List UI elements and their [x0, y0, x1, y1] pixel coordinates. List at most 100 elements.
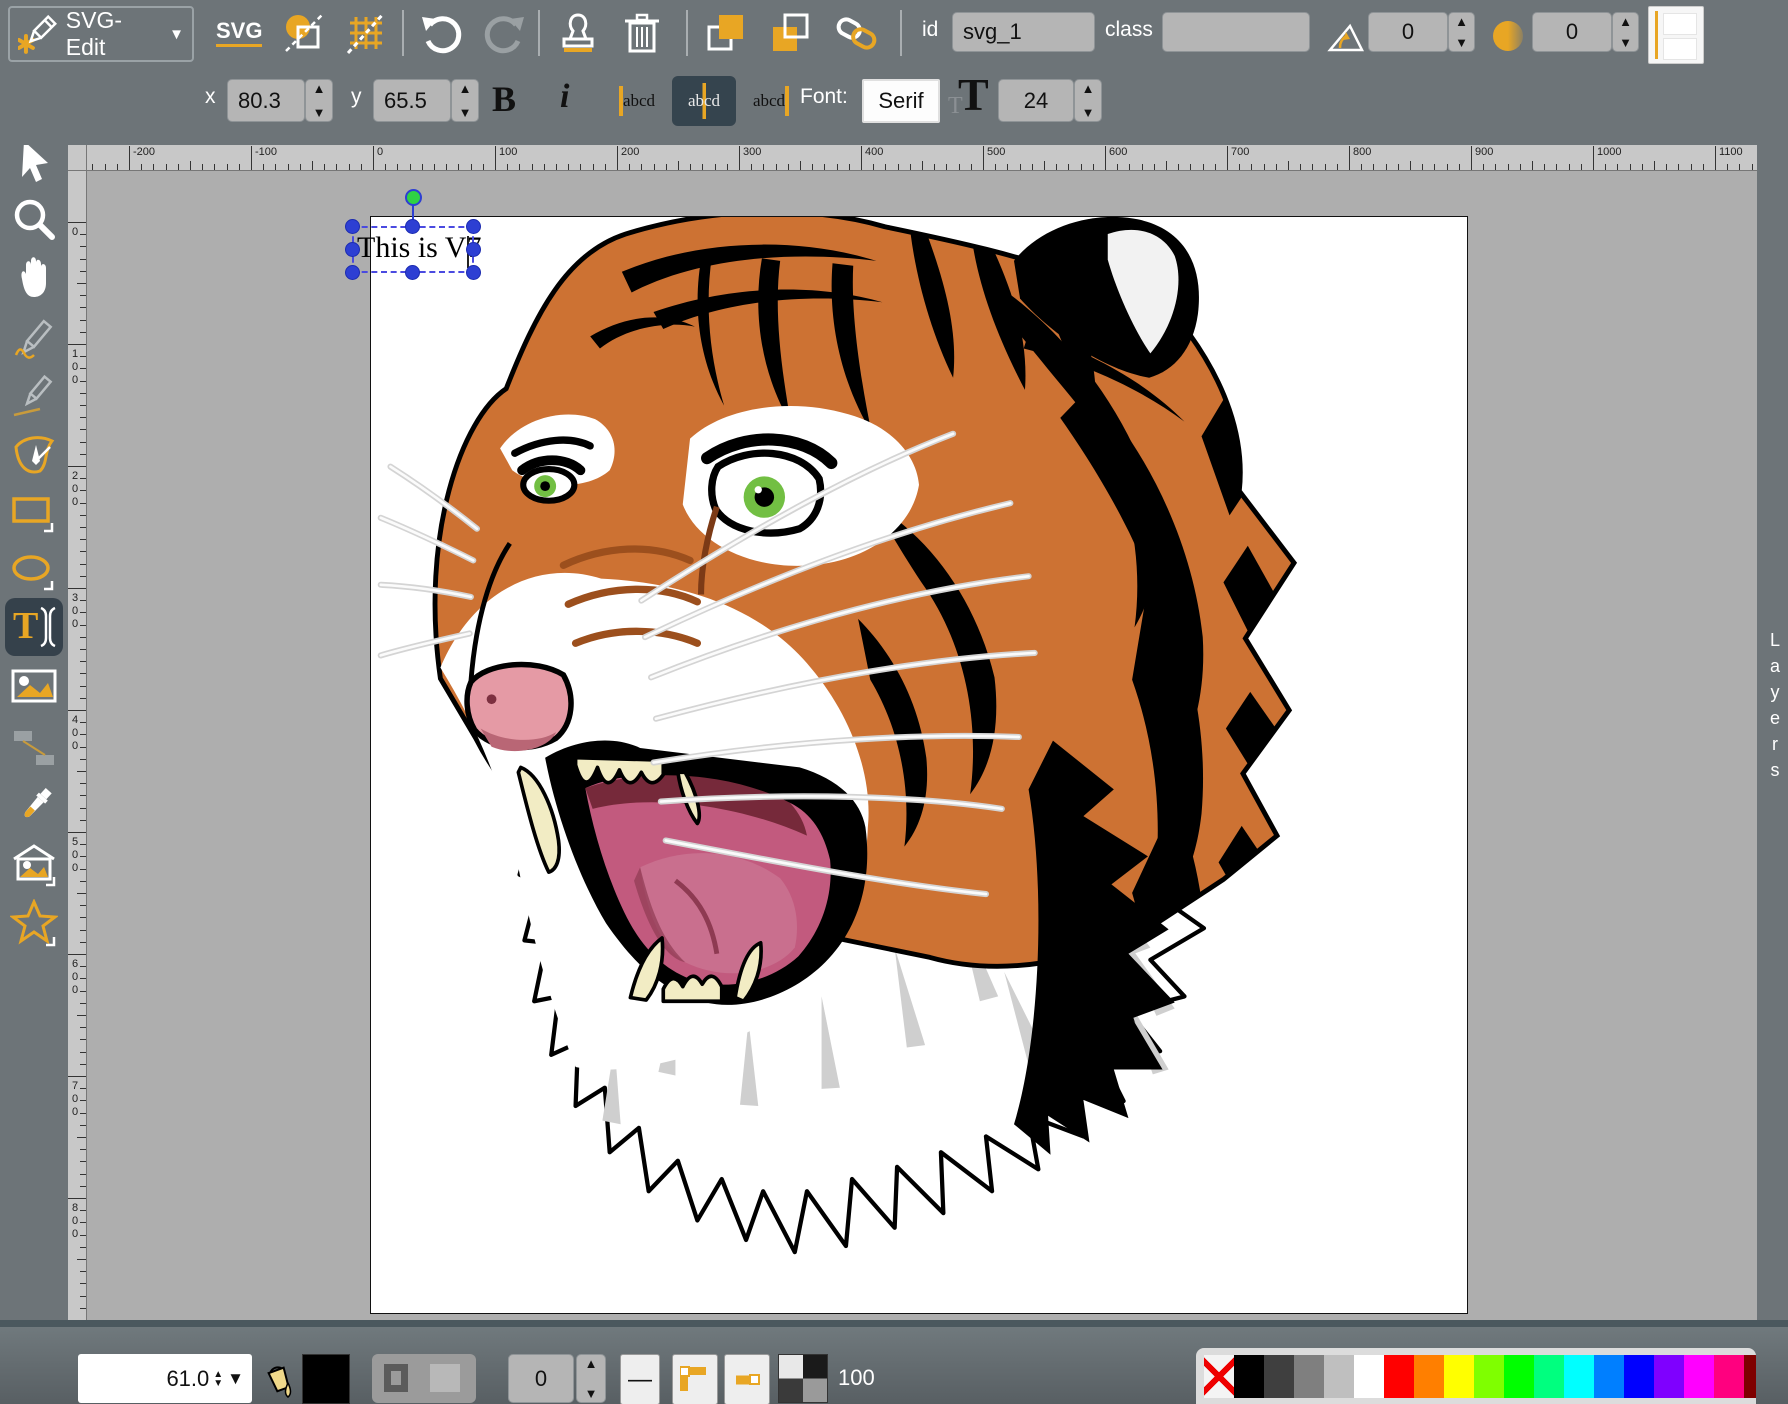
eyedropper-tool[interactable]: [10, 783, 58, 831]
tiger-artwork[interactable]: [371, 217, 1467, 1313]
palette-swatch[interactable]: [1684, 1355, 1714, 1398]
text-tool[interactable]: T: [5, 598, 63, 656]
resize-handle-n[interactable]: [405, 219, 420, 234]
ruler-tick: [1300, 164, 1301, 170]
align-left-button[interactable]: abcd: [608, 78, 666, 124]
y-input[interactable]: 65.5: [373, 79, 451, 122]
undo-icon[interactable]: [420, 11, 464, 55]
element-class-input[interactable]: [1162, 12, 1310, 52]
zoom-tool[interactable]: [10, 195, 58, 243]
palette-swatch[interactable]: [1474, 1355, 1504, 1398]
ellipse-tool[interactable]: [10, 547, 58, 595]
angle-spinner[interactable]: [1448, 12, 1475, 52]
ruler-tick: [617, 146, 618, 170]
redo-icon[interactable]: [482, 11, 526, 55]
ruler-tick: [214, 164, 215, 170]
move-to-back-icon[interactable]: [768, 11, 812, 55]
fill-color-swatch[interactable]: [302, 1354, 350, 1404]
font-size-spinner[interactable]: [1074, 79, 1102, 122]
ruler-tick: [80, 442, 86, 443]
ruler-tick: [1032, 164, 1033, 170]
stroke-width-spinner[interactable]: [576, 1354, 606, 1403]
y-spinner[interactable]: [451, 79, 479, 122]
color-palette: [1196, 1348, 1756, 1404]
align-center-button[interactable]: abcd: [672, 76, 736, 126]
link-icon[interactable]: [834, 11, 878, 55]
angle-input[interactable]: 0: [1368, 12, 1448, 52]
palette-swatch[interactable]: [1294, 1355, 1324, 1398]
palette-swatch[interactable]: [1714, 1355, 1744, 1398]
source-editor-icon[interactable]: SVG: [216, 18, 262, 47]
pencil-tool[interactable]: [10, 315, 58, 363]
background-swatch-button[interactable]: [1648, 6, 1704, 64]
palette-swatch[interactable]: [1744, 1355, 1756, 1398]
line-tool[interactable]: [10, 373, 58, 421]
ruler-tick: [1325, 164, 1326, 170]
stroke-dash-button[interactable]: —: [620, 1354, 660, 1404]
resize-handle-w[interactable]: [345, 242, 360, 257]
resize-handle-se[interactable]: [466, 265, 481, 280]
align-right-button[interactable]: abcd: [742, 78, 800, 124]
path-tool[interactable]: [10, 431, 58, 479]
palette-swatch[interactable]: [1264, 1355, 1294, 1398]
palette-swatch[interactable]: [1444, 1355, 1474, 1398]
ruler-tick: [751, 164, 752, 170]
zoom-dropdown-caret[interactable]: ▼: [227, 1369, 244, 1389]
resize-handle-nw[interactable]: [345, 219, 360, 234]
main-menu-button[interactable]: SVG-Edit ▼: [8, 6, 194, 62]
layers-panel-tab[interactable]: Layers: [1757, 125, 1788, 1320]
palette-swatch[interactable]: [1234, 1355, 1264, 1398]
resize-handle-e[interactable]: [466, 242, 481, 257]
ruler-tick: [80, 259, 86, 260]
resize-handle-s[interactable]: [405, 265, 420, 280]
grid-icon[interactable]: [344, 11, 388, 55]
linecap-button[interactable]: [724, 1354, 770, 1404]
palette-swatch[interactable]: [1534, 1355, 1564, 1398]
clone-stamp-icon[interactable]: [556, 11, 600, 55]
ruler-tick: [68, 954, 86, 955]
element-id-input[interactable]: svg_1: [952, 12, 1095, 52]
ruler-tick: [68, 466, 86, 467]
palette-swatch[interactable]: [1414, 1355, 1444, 1398]
rotate-handle[interactable]: [405, 189, 422, 206]
palette-swatch[interactable]: [1624, 1355, 1654, 1398]
pan-tool[interactable]: [10, 253, 58, 301]
palette-none-swatch[interactable]: [1204, 1355, 1234, 1398]
library-tool[interactable]: [10, 841, 58, 889]
font-size-input[interactable]: 24: [998, 79, 1074, 122]
resize-handle-ne[interactable]: [466, 219, 481, 234]
move-to-front-icon[interactable]: [704, 11, 748, 55]
rectangle-tool[interactable]: [10, 489, 58, 537]
ruler-tick: [1630, 164, 1631, 170]
image-tool[interactable]: [10, 663, 58, 711]
shape-tool-icon[interactable]: [282, 11, 326, 55]
stroke-width-input[interactable]: 0: [508, 1354, 574, 1403]
italic-button[interactable]: i: [560, 78, 569, 116]
linejoin-button[interactable]: [672, 1354, 718, 1404]
ruler-tick: [1239, 164, 1240, 170]
stroke-color-swatch[interactable]: [430, 1364, 460, 1392]
star-tool[interactable]: [10, 899, 58, 947]
x-spinner[interactable]: [305, 79, 333, 122]
zoom-spinner[interactable]: ▲▼: [213, 1370, 223, 1388]
ruler-label: 400: [865, 147, 883, 158]
palette-swatch[interactable]: [1384, 1355, 1414, 1398]
delete-trash-icon[interactable]: [620, 11, 664, 55]
palette-swatch[interactable]: [1504, 1355, 1534, 1398]
blur-input[interactable]: 0: [1532, 12, 1612, 52]
blur-spinner[interactable]: [1612, 12, 1639, 52]
connector-tool[interactable]: [10, 725, 58, 773]
x-input[interactable]: 80.3: [227, 79, 305, 122]
font-family-button[interactable]: Serif: [862, 79, 940, 123]
resize-handle-sw[interactable]: [345, 265, 360, 280]
drawing-canvas[interactable]: [370, 216, 1468, 1314]
palette-swatch[interactable]: [1594, 1355, 1624, 1398]
palette-swatch[interactable]: [1654, 1355, 1684, 1398]
palette-swatch[interactable]: [1354, 1355, 1384, 1398]
palette-swatch[interactable]: [1324, 1355, 1354, 1398]
stroke-control[interactable]: [372, 1354, 476, 1403]
opacity-gradient-chip[interactable]: [778, 1354, 828, 1403]
palette-swatch[interactable]: [1564, 1355, 1594, 1398]
bold-button[interactable]: B: [492, 78, 516, 120]
zoom-control[interactable]: 61.0 ▲▼ ▼: [78, 1354, 252, 1403]
